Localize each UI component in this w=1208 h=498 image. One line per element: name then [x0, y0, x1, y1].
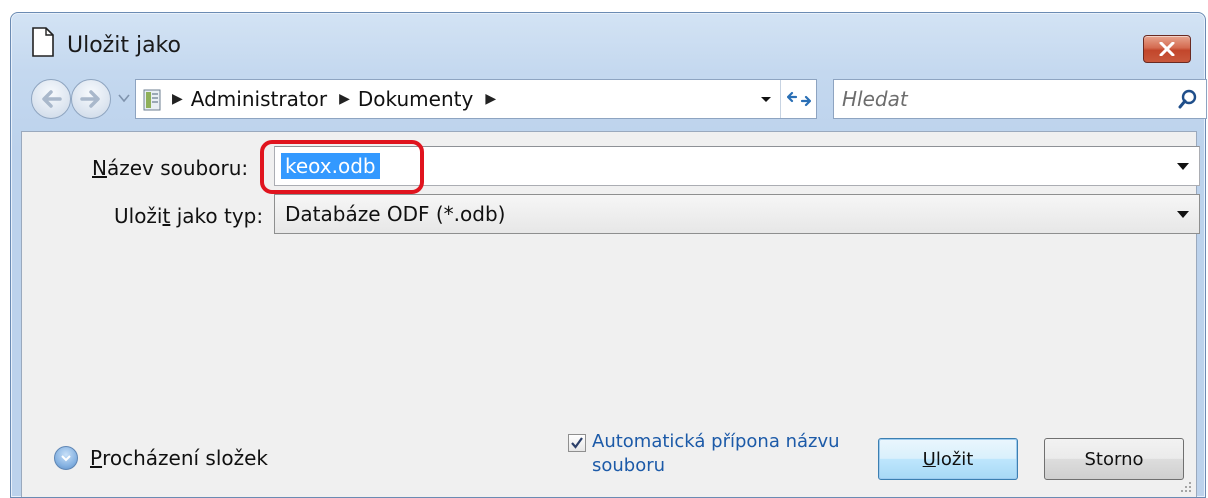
refresh-button[interactable] [780, 80, 816, 118]
cancel-button[interactable]: Storno [1044, 438, 1184, 480]
filetype-value: Databáze ODF (*.odb) [285, 202, 506, 226]
save-button[interactable]: Uložit [878, 438, 1018, 480]
expand-chevron-icon [54, 446, 78, 470]
auto-extension-label[interactable]: Automatická přípona názvu souboru [592, 430, 852, 478]
arrow-left-icon [42, 90, 62, 108]
address-bar[interactable]: ▶ Administrator ▶ Dokumenty ▶ [135, 79, 817, 119]
auto-extension-option[interactable]: Automatická přípona názvu souboru [568, 430, 852, 478]
recent-locations-chevron-icon[interactable] [117, 91, 131, 105]
breadcrumb-item-administrator[interactable]: Administrator [191, 87, 327, 111]
search-input[interactable] [842, 84, 1162, 114]
search-icon[interactable] [1178, 89, 1198, 109]
filetype-label: Uložit jako typ: [114, 204, 264, 228]
search-box [833, 79, 1207, 119]
filetype-select[interactable]: Databáze ODF (*.odb) [274, 194, 1200, 234]
checkmark-icon [571, 437, 583, 449]
breadcrumb-item-dokumenty[interactable]: Dokumenty [358, 87, 473, 111]
refresh-icon [786, 91, 811, 107]
annotation-highlight-ring [260, 140, 424, 194]
browse-folders-label: rocházení složek [102, 446, 268, 470]
dialog-body: Název souboru: keox.odb Uložit jako typ:… [21, 131, 1200, 497]
breadcrumb: ▶ Administrator ▶ Dokumenty ▶ [172, 80, 504, 118]
breadcrumb-separator-icon[interactable]: ▶ [339, 91, 350, 107]
back-button[interactable] [31, 79, 71, 119]
window-title: Uložit jako [67, 33, 181, 58]
forward-button[interactable] [71, 79, 111, 119]
close-icon [1159, 42, 1175, 56]
resize-grip-icon[interactable] [1178, 479, 1192, 493]
browse-folders-toggle[interactable]: Procházení složek [54, 446, 268, 470]
breadcrumb-separator-icon[interactable]: ▶ [172, 91, 183, 107]
document-icon [32, 27, 54, 57]
close-button[interactable] [1143, 35, 1191, 63]
navigation-bar: ▶ Administrator ▶ Dokumenty ▶ [23, 73, 1207, 123]
chevron-down-icon[interactable] [1177, 211, 1189, 218]
auto-extension-checkbox[interactable] [568, 434, 586, 452]
browse-folders-label-accel: P [90, 446, 103, 470]
title-bar: Uložit jako [11, 13, 1205, 71]
address-dropdown-icon[interactable] [758, 92, 774, 106]
arrow-right-icon [80, 90, 100, 108]
folder-view-icon [143, 89, 161, 111]
breadcrumb-separator-icon[interactable]: ▶ [485, 91, 496, 107]
filename-label: Název souboru: [92, 156, 249, 180]
save-as-dialog: Uložit jako ▶ Administrator ▶ Dokumenty … [10, 12, 1207, 498]
chevron-down-icon[interactable] [1177, 163, 1189, 170]
